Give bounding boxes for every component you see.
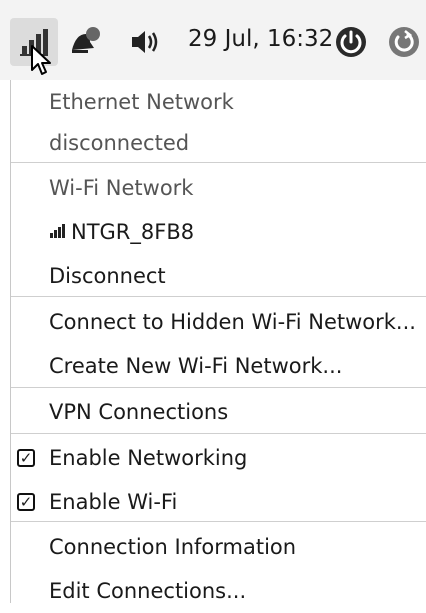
separator <box>11 433 426 434</box>
create-new-wifi-item[interactable]: Create New Wi-Fi Network... <box>11 344 426 388</box>
separator <box>11 521 426 522</box>
enable-networking-item[interactable]: ✓ Enable Networking <box>11 436 426 480</box>
vpn-connections-label: VPN Connections <box>49 400 229 424</box>
edit-connections-label: Edit Connections... <box>49 579 247 603</box>
ethernet-header: Ethernet Network <box>11 80 426 124</box>
separator <box>11 296 426 297</box>
power-icon <box>336 27 366 57</box>
wifi-header-label: Wi-Fi Network <box>49 176 194 200</box>
separator <box>11 162 426 163</box>
top-panel: 29 Jul, 16:32 <box>0 0 426 80</box>
connection-information-label: Connection Information <box>49 535 297 559</box>
ethernet-header-label: Ethernet Network <box>49 90 234 114</box>
network-menu: Ethernet Network disconnected Wi-Fi Netw… <box>10 80 426 603</box>
wifi-signal-icon <box>50 224 65 238</box>
ethernet-status-label: disconnected <box>49 131 190 155</box>
create-new-wifi-label: Create New Wi-Fi Network... <box>49 354 343 378</box>
enable-networking-label: Enable Networking <box>49 446 248 470</box>
wifi-header: Wi-Fi Network <box>11 166 426 210</box>
vpn-connections-item[interactable]: VPN Connections <box>11 390 426 434</box>
refresh-button[interactable] <box>380 18 426 66</box>
enable-wifi-label: Enable Wi-Fi <box>49 490 178 514</box>
wifi-network-item[interactable]: NTGR_8FB8 <box>11 210 426 254</box>
separator <box>11 387 426 388</box>
connect-hidden-wifi-item[interactable]: Connect to Hidden Wi-Fi Network... <box>11 300 426 344</box>
volume-button[interactable] <box>122 18 170 66</box>
volume-icon <box>132 31 158 53</box>
connection-information-item[interactable]: Connection Information <box>11 525 426 569</box>
wifi-ssid-label: NTGR_8FB8 <box>71 220 195 244</box>
notification-button[interactable] <box>60 18 108 66</box>
connect-hidden-wifi-label: Connect to Hidden Wi-Fi Network... <box>49 310 416 334</box>
refresh-icon <box>389 27 419 57</box>
disconnect-item[interactable]: Disconnect <box>11 254 426 298</box>
notification-icon <box>72 27 100 53</box>
power-button[interactable] <box>327 18 375 66</box>
enable-wifi-item[interactable]: ✓ Enable Wi-Fi <box>11 480 426 524</box>
edit-connections-item[interactable]: Edit Connections... <box>11 569 426 613</box>
clock[interactable]: 29 Jul, 16:32 <box>188 26 333 52</box>
enable-wifi-checkbox[interactable]: ✓ <box>17 493 35 511</box>
mouse-cursor-icon <box>31 45 51 75</box>
disconnect-label: Disconnect <box>49 264 166 288</box>
ethernet-status: disconnected <box>11 121 426 165</box>
enable-networking-checkbox[interactable]: ✓ <box>17 449 35 467</box>
